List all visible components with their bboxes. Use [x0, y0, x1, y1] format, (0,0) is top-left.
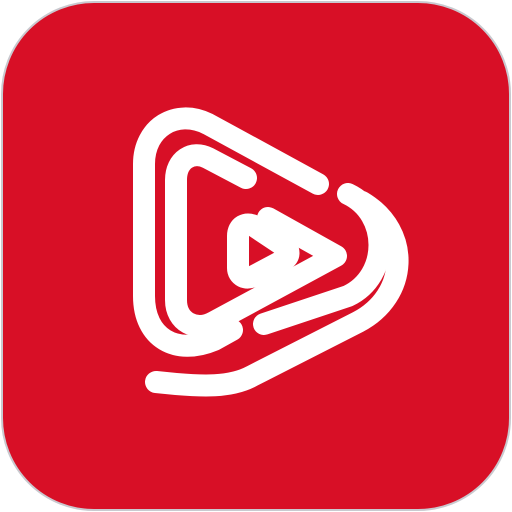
app-icon[interactable] — [0, 0, 512, 512]
icon-tile — [1, 1, 511, 511]
play-button-logo-icon — [1, 1, 511, 511]
